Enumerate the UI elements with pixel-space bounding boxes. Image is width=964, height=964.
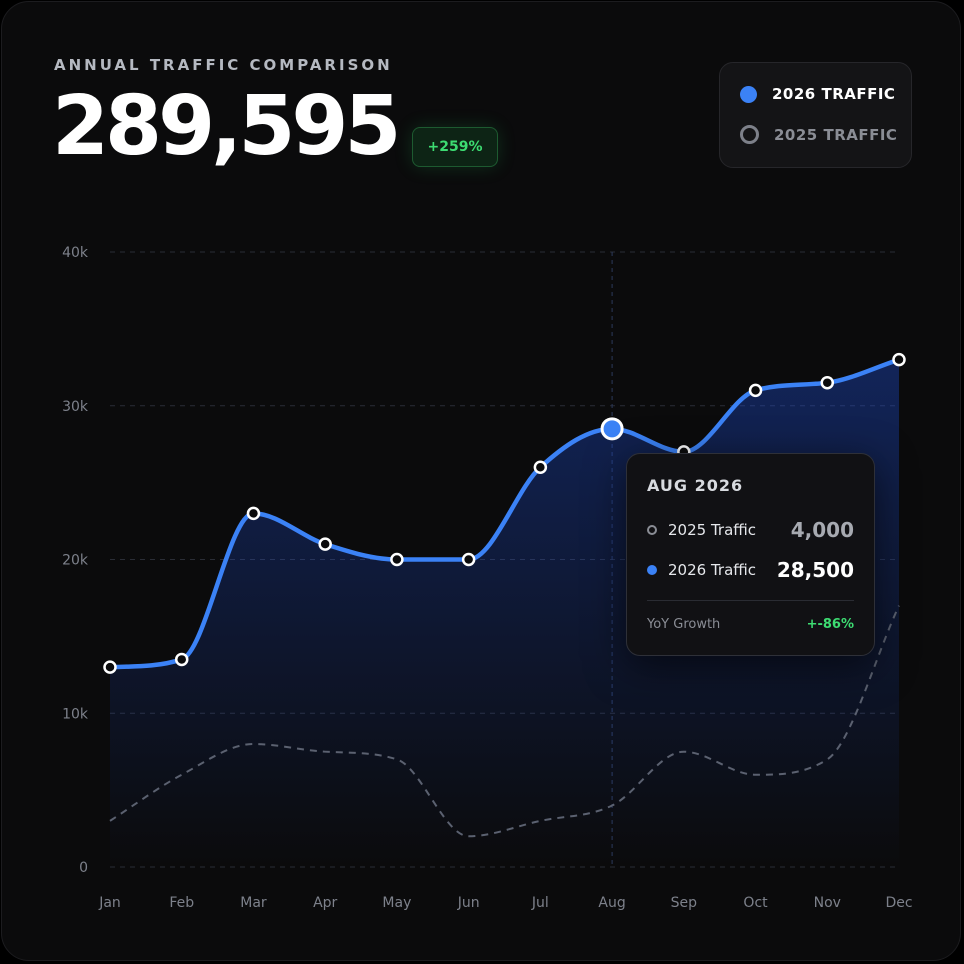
- tooltip-growth-value: +-86%: [806, 617, 854, 632]
- tooltip-title: AUG 2026: [647, 476, 744, 495]
- data-point-2026: [533, 460, 548, 474]
- y-tick-label: 40k: [62, 245, 89, 261]
- x-tick-label: Nov: [814, 895, 841, 911]
- y-tick-label: 20k: [62, 553, 89, 569]
- traffic-card: ANNUAL TRAFFIC COMPARISON 289,595 +259% …: [1, 1, 961, 961]
- tooltip-value-2025: 4,000: [790, 518, 854, 542]
- x-tick-label: Aug: [598, 895, 625, 911]
- data-point-2026: [461, 552, 476, 567]
- x-tick-label: May: [382, 895, 411, 911]
- data-point-2026: [748, 383, 763, 398]
- tooltip-label-2025: 2025 Traffic: [668, 521, 757, 539]
- x-tick-label: Oct: [743, 895, 768, 911]
- data-point-2026: [892, 352, 906, 367]
- tooltip-row-2025: 2025 Traffic 4,000: [647, 518, 854, 542]
- y-tick-label: 30k: [62, 399, 89, 415]
- x-tick-label: Jul: [531, 895, 549, 911]
- tooltip-label-2026: 2026 Traffic: [668, 561, 757, 579]
- hover-tooltip: AUG 2026 2025 Traffic 4,000 2026 Traffic…: [626, 453, 875, 656]
- x-tick-label: Sep: [671, 895, 698, 911]
- x-tick-label: Jun: [457, 895, 480, 911]
- tooltip-footer: YoY Growth +-86%: [647, 617, 854, 632]
- data-point-2026: [103, 660, 117, 674]
- x-tick-label: Jan: [98, 895, 121, 911]
- tooltip-value-2026: 28,500: [776, 558, 854, 582]
- x-tick-label: Dec: [885, 895, 912, 911]
- x-tick-label: Mar: [240, 895, 267, 911]
- x-tick-label: Feb: [169, 895, 194, 911]
- data-point-2026: [318, 537, 332, 551]
- filled-dot-icon: [647, 565, 657, 575]
- highlighted-data-point: [600, 417, 624, 441]
- hollow-dot-icon: [647, 525, 657, 535]
- tooltip-divider: [647, 600, 854, 601]
- data-point-2026: [174, 652, 189, 667]
- data-point-2026: [246, 506, 261, 521]
- data-point-2026: [390, 552, 404, 567]
- tooltip-growth-label: YoY Growth: [647, 617, 721, 632]
- y-tick-label: 0: [79, 860, 88, 876]
- tooltip-row-2026: 2026 Traffic 28,500: [647, 558, 854, 582]
- data-point-2026: [820, 375, 835, 390]
- y-tick-label: 10k: [62, 706, 89, 722]
- x-tick-label: Apr: [313, 895, 337, 911]
